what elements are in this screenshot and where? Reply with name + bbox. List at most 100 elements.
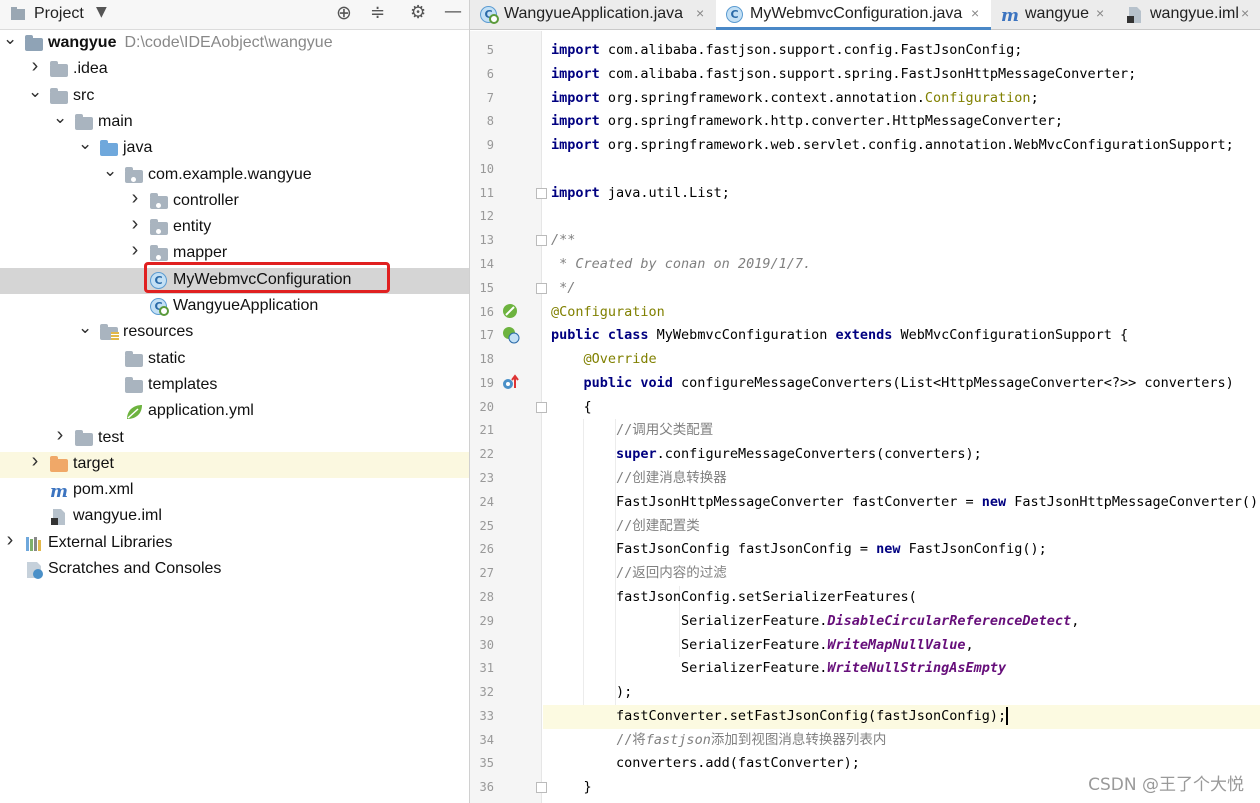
tree-item-label: External Libraries <box>48 534 173 552</box>
locate-icon[interactable]: ⊕ <box>336 2 352 24</box>
close-icon[interactable]: × <box>1241 5 1249 21</box>
tree-item-label: WangyueApplication <box>173 297 318 315</box>
tree-item-wangyue[interactable]: ⌄ wangyue D:\code\IDEAobject\wangyue <box>0 29 469 57</box>
code-line[interactable]: //将fastjson添加到视图消息转换器列表内 <box>543 729 1260 753</box>
code-line[interactable]: import java.util.List; <box>543 182 1260 206</box>
editor-tabs: C WangyueApplication.java × C MyWebmvcConfig… <box>470 0 1260 30</box>
code-line[interactable]: super.configureMessageConverters(convert… <box>543 443 1260 467</box>
code-line[interactable]: fastConverter.setFastJsonConfig(fastJson… <box>543 704 1260 729</box>
line-number: 34 <box>479 732 494 747</box>
tree-item-name: target <box>73 454 114 472</box>
chevron-right-icon[interactable]: › <box>28 450 42 472</box>
editor-tab-mywebmvcconfiguration-java[interactable]: C MyWebmvcConfiguration.java × <box>716 0 991 30</box>
tree-item-test[interactable]: › test <box>0 424 469 452</box>
override-method-icon[interactable] <box>502 374 520 396</box>
collapse-all-icon[interactable]: ≑ <box>370 2 385 23</box>
editor-tab-wangyueapplication-java[interactable]: C WangyueApplication.java × <box>470 0 716 30</box>
tree-item-label: mapper <box>173 244 227 262</box>
code-line[interactable]: import org.springframework.http.converte… <box>543 110 1260 134</box>
tree-item-name: controller <box>173 191 239 209</box>
tree-item-external-libraries[interactable]: › External Libraries <box>0 529 469 557</box>
code-line[interactable]: import org.springframework.context.annot… <box>543 87 1260 111</box>
line-number: 30 <box>479 637 494 652</box>
code-line[interactable] <box>543 158 1260 182</box>
tree-item-target[interactable]: › target <box>0 450 469 478</box>
chevron-down-icon[interactable]: ⌄ <box>28 82 42 101</box>
code-line[interactable]: SerializerFeature.WriteNullStringAsEmpty <box>543 657 1260 681</box>
code-line[interactable]: { <box>543 396 1260 420</box>
chevron-down-icon[interactable]: ⌄ <box>78 318 92 337</box>
tree-item-wangyue-iml[interactable]: wangyue.iml <box>0 504 469 530</box>
tree-item-label: wangyue D:\code\IDEAobject\wangyue <box>48 34 333 52</box>
hide-icon[interactable]: — <box>444 1 462 22</box>
line-number: 35 <box>479 756 494 771</box>
code-line[interactable]: //创建消息转换器 <box>543 467 1260 491</box>
tree-item-application-yml[interactable]: application.yml <box>0 399 469 425</box>
code-line[interactable]: fastJsonConfig.setSerializerFeatures( <box>543 586 1260 610</box>
code-line[interactable]: FastJsonHttpMessageConverter fastConvert… <box>543 491 1260 515</box>
close-icon[interactable]: × <box>696 5 704 21</box>
gear-icon[interactable]: ⚙ <box>410 2 426 23</box>
close-icon[interactable]: × <box>1096 5 1104 21</box>
line-number: 19 <box>479 375 494 390</box>
line-number: 31 <box>479 661 494 676</box>
tree-item-name: .idea <box>73 60 108 78</box>
code-line[interactable]: * Created by conan on 2019/1/7. <box>543 253 1260 277</box>
tree-item-idea[interactable]: › .idea <box>0 55 469 83</box>
tree-item-label: controller <box>173 192 239 210</box>
code-line[interactable]: */ <box>543 277 1260 301</box>
tree-item-label: wangyue.iml <box>73 507 162 525</box>
chevron-down-icon[interactable]: ⌄ <box>53 108 67 127</box>
chevron-right-icon[interactable]: › <box>128 239 142 261</box>
tree-item-java[interactable]: ⌄ java <box>0 134 469 162</box>
code-line[interactable]: public void configureMessageConverters(L… <box>543 372 1260 396</box>
chevron-down-icon[interactable]: ⌄ <box>3 29 17 48</box>
tree-item-templates[interactable]: templates <box>0 373 469 399</box>
spring-bean-icon[interactable] <box>502 303 518 323</box>
chevron-down-icon[interactable]: ⌄ <box>78 134 92 153</box>
project-view-icon[interactable] <box>10 6 26 22</box>
tree-item-controller[interactable]: › controller <box>0 187 469 215</box>
code-line[interactable]: //创建配置类 <box>543 515 1260 539</box>
tree-item-com-example-wangyue[interactable]: ⌄ com.example.wangyue <box>0 161 469 189</box>
chevron-down-icon[interactable]: ▼ <box>96 4 107 20</box>
chevron-right-icon[interactable]: › <box>128 213 142 235</box>
spring-leaf-icon <box>125 403 143 420</box>
tree-item-wangyueapplication[interactable]: C WangyueApplication <box>0 294 469 320</box>
tree-item-static[interactable]: static <box>0 347 469 373</box>
code-line[interactable]: SerializerFeature.WriteMapNullValue, <box>543 634 1260 658</box>
code-line[interactable]: SerializerFeature.DisableCircularReferen… <box>543 610 1260 634</box>
tree-item-name: application.yml <box>148 402 254 420</box>
tree-item-scratches-and-consoles[interactable]: Scratches and Consoles <box>0 557 469 583</box>
close-icon[interactable]: × <box>971 5 979 21</box>
code-line[interactable]: public class MyWebmvcConfiguration exten… <box>543 324 1260 348</box>
tree-item-main[interactable]: ⌄ main <box>0 108 469 136</box>
chevron-right-icon[interactable]: › <box>53 424 67 446</box>
code-line[interactable]: import com.alibaba.fastjson.support.conf… <box>543 39 1260 63</box>
code-line[interactable]: //调用父类配置 <box>543 419 1260 443</box>
spring-class-icon[interactable] <box>502 326 520 348</box>
code-line[interactable]: //返回内容的过滤 <box>543 562 1260 586</box>
code-line[interactable]: ); <box>543 681 1260 705</box>
project-panel-title[interactable]: Project <box>34 5 84 23</box>
code-line[interactable]: FastJsonConfig fastJsonConfig = new Fast… <box>543 538 1260 562</box>
tree-item-entity[interactable]: › entity <box>0 213 469 241</box>
chevron-right-icon[interactable]: › <box>28 55 42 77</box>
tree-item-name: main <box>98 112 133 130</box>
editor-tab-wangyue-iml[interactable]: wangyue.iml × <box>1116 0 1260 30</box>
watermark: CSDN @王了个大悦 <box>1088 775 1244 795</box>
chevron-right-icon[interactable]: › <box>3 529 17 551</box>
code-editor[interactable]: import com.alibaba.fastjson.support.conf… <box>543 31 1260 803</box>
chevron-down-icon[interactable]: ⌄ <box>103 161 117 180</box>
chevron-right-icon[interactable]: › <box>128 187 142 209</box>
tree-item-src[interactable]: ⌄ src <box>0 82 469 110</box>
code-line[interactable]: import com.alibaba.fastjson.support.spri… <box>543 63 1260 87</box>
editor-tab-wangyue[interactable]: m wangyue × <box>991 0 1116 30</box>
code-line[interactable] <box>543 205 1260 229</box>
code-line[interactable]: @Override <box>543 348 1260 372</box>
code-line[interactable]: import org.springframework.web.servlet.c… <box>543 134 1260 158</box>
tree-item-pom-xml[interactable]: m pom.xml <box>0 478 469 504</box>
code-line[interactable]: /** <box>543 229 1260 253</box>
code-line[interactable]: @Configuration <box>543 301 1260 325</box>
tree-item-resources[interactable]: ⌄ resources <box>0 318 469 346</box>
